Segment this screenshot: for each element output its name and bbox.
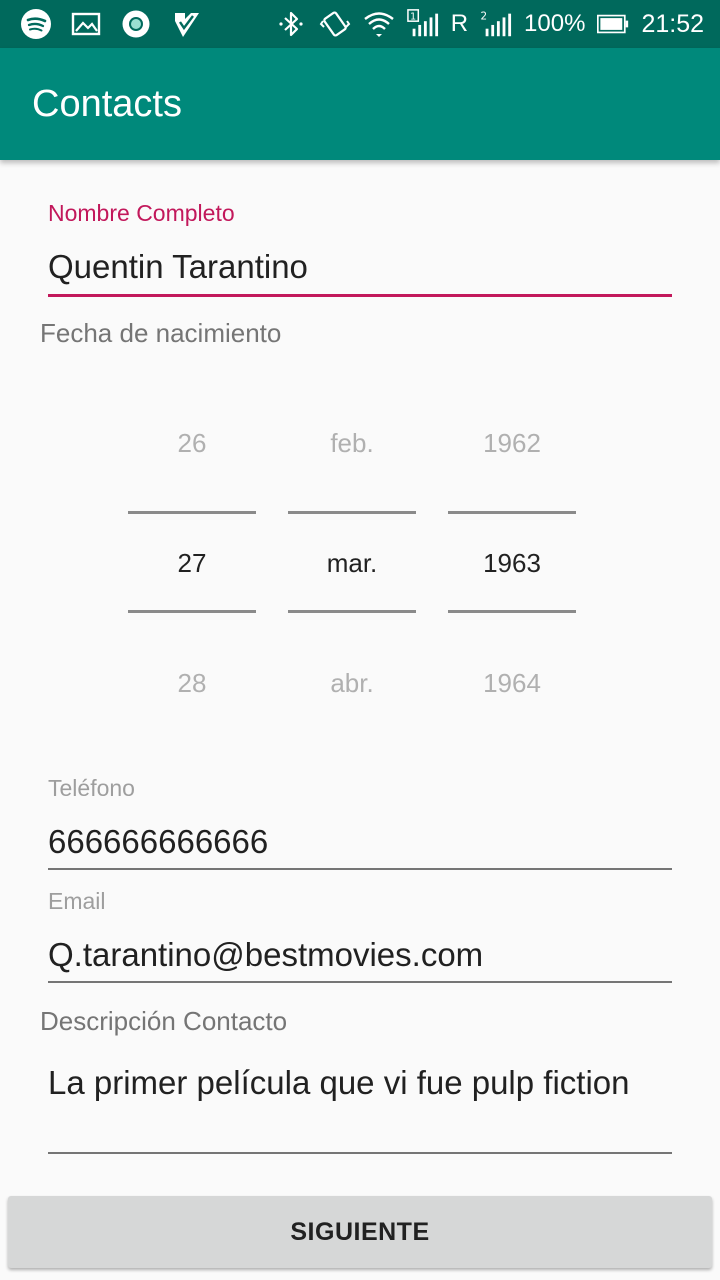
month-prev[interactable]: feb.	[288, 428, 416, 459]
check-app-icon	[170, 8, 202, 40]
wifi-icon	[363, 8, 395, 40]
month-divider-top	[288, 511, 416, 514]
image-icon	[70, 8, 102, 40]
description-underline	[48, 1152, 672, 1154]
email-input[interactable]: Q.tarantino@bestmovies.com	[48, 936, 483, 974]
year-selected[interactable]: 1963	[448, 548, 576, 579]
month-selected[interactable]: mar.	[288, 548, 416, 579]
year-prev[interactable]: 1962	[448, 428, 576, 459]
name-underline	[48, 294, 672, 297]
circle-app-icon	[120, 8, 152, 40]
spotify-icon	[20, 8, 52, 40]
year-divider-top	[448, 511, 576, 514]
battery-icon	[597, 8, 629, 40]
day-divider-top	[128, 511, 256, 514]
app-title: Contacts	[32, 82, 182, 125]
month-next[interactable]: abr.	[288, 668, 416, 699]
day-divider-bottom	[128, 610, 256, 613]
status-bar: 1 R 2 100% 21:52	[0, 0, 720, 48]
app-bar: Contacts	[0, 48, 720, 160]
clock: 21:52	[641, 9, 704, 38]
roaming-indicator: R	[450, 10, 469, 37]
year-divider-bottom	[448, 610, 576, 613]
svg-text:1: 1	[410, 11, 416, 22]
day-picker[interactable]: 26 27 28	[128, 400, 256, 720]
email-label: Email	[48, 888, 106, 914]
signal-sim1-icon: 1	[406, 8, 439, 40]
battery-percentage: 100%	[524, 10, 586, 37]
name-label: Nombre Completo	[48, 200, 235, 226]
status-bar-right: 1 R 2 100% 21:52	[275, 8, 704, 40]
birthdate-label: Fecha de nacimiento	[40, 318, 282, 348]
year-next[interactable]: 1964	[448, 668, 576, 699]
vibrate-icon	[319, 8, 351, 40]
description-input[interactable]: La primer película que vi fue pulp ficti…	[48, 1062, 668, 1104]
email-underline	[48, 981, 672, 983]
month-divider-bottom	[288, 610, 416, 613]
name-input[interactable]: Quentin Tarantino	[48, 248, 308, 286]
month-picker[interactable]: feb. mar. abr.	[288, 400, 416, 720]
day-selected[interactable]: 27	[128, 548, 256, 579]
status-bar-left	[20, 8, 202, 40]
phone-input[interactable]: 666666666666	[48, 823, 268, 861]
phone-label: Teléfono	[48, 775, 135, 801]
svg-text:2: 2	[481, 10, 488, 22]
next-button[interactable]: SIGUIENTE	[8, 1196, 712, 1268]
contacts-screen: 1 R 2 100% 21:52 Contacts Nombre Complet…	[0, 0, 720, 1280]
day-next[interactable]: 28	[128, 668, 256, 699]
bluetooth-icon	[275, 8, 307, 40]
year-picker[interactable]: 1962 1963 1964	[448, 400, 576, 720]
signal-sim2-icon: 2	[480, 8, 512, 40]
description-label: Descripción Contacto	[40, 1006, 288, 1036]
day-prev[interactable]: 26	[128, 428, 256, 459]
phone-underline	[48, 868, 672, 870]
